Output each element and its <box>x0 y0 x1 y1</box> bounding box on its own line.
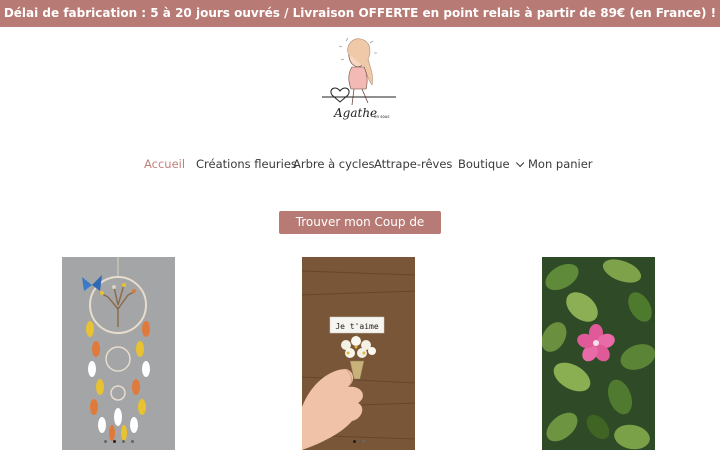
logo-text: Agathe <box>333 106 377 120</box>
nav-item-attrape-reves[interactable]: Attrape-rêves <box>374 157 452 171</box>
carousel-dots[interactable] <box>62 428 175 447</box>
nav-item-boutique[interactable]: Boutique <box>458 157 524 171</box>
announcement-bar: Délai de fabrication : 5 à 20 jours ouvr… <box>0 0 720 27</box>
nav-item-arbre-a-cycles[interactable]: Arbre à cycles <box>293 157 375 171</box>
carousel-dots[interactable] <box>302 428 415 447</box>
nav-item-creations-fleuries[interactable]: Créations fleuries <box>196 157 297 171</box>
product-image-bouquet[interactable]: Je t'aime <box>302 257 415 450</box>
bouquet-card-text: Je t'aime <box>335 322 379 331</box>
logo-subtext: en sous <box>374 114 389 119</box>
product-image-dreamcatcher[interactable] <box>62 257 175 450</box>
chevron-down-icon <box>515 158 524 168</box>
brand-logo[interactable]: Agathe en sous <box>318 33 402 131</box>
nav-item-mon-panier[interactable]: Mon panier <box>528 157 593 171</box>
main-nav: Accueil Créations fleuries Arbre à cycle… <box>0 157 720 173</box>
nav-item-boutique-label: Boutique <box>458 157 510 171</box>
product-image-flower-plant[interactable] <box>542 257 655 450</box>
find-favorite-button[interactable]: Trouver mon Coup de cœur ! <box>279 211 441 252</box>
nav-item-accueil[interactable]: Accueil <box>144 157 185 171</box>
